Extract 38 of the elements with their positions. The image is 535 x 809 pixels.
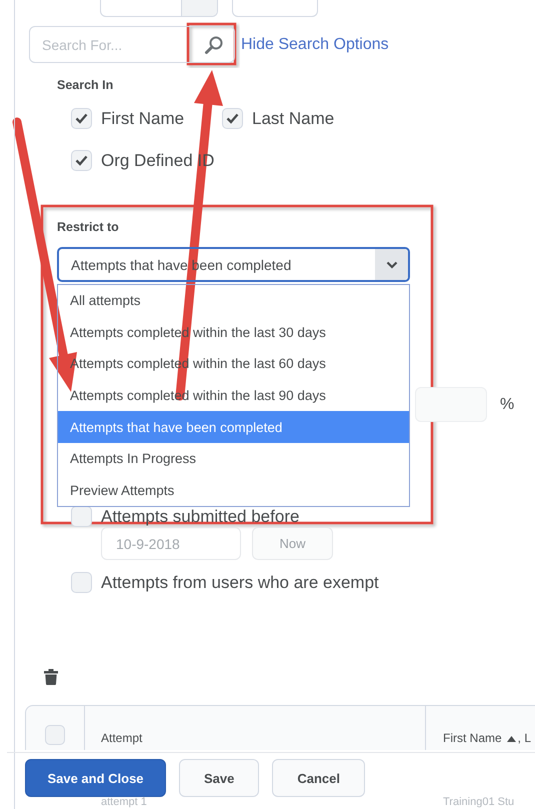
input-field[interactable] bbox=[232, 0, 318, 17]
dropdown-option[interactable]: Preview Attempts bbox=[58, 474, 409, 506]
check-icon bbox=[75, 155, 88, 166]
section-label: Restrict to bbox=[57, 220, 120, 234]
action-button[interactable]: Save bbox=[179, 759, 260, 797]
chevron-down-icon bbox=[386, 260, 398, 268]
sort-up-icon[interactable] bbox=[506, 736, 516, 742]
dropdown-option[interactable]: Attempts In Progress bbox=[58, 442, 409, 475]
search-icon bbox=[204, 34, 224, 54]
percent-field[interactable] bbox=[415, 387, 487, 422]
checkbox[interactable] bbox=[71, 108, 92, 129]
table-cell: attempt 1 bbox=[101, 796, 147, 808]
unit-label: % bbox=[500, 396, 514, 414]
check-icon bbox=[226, 113, 239, 124]
search-field[interactable]: Search For... bbox=[29, 26, 235, 63]
highlight-frame bbox=[186, 22, 236, 66]
column-header[interactable]: , L bbox=[518, 731, 532, 745]
checkbox[interactable] bbox=[71, 572, 92, 593]
table-cell: Training01 Stu bbox=[443, 796, 514, 808]
input-field[interactable] bbox=[100, 0, 218, 17]
column-header[interactable]: Attempt bbox=[101, 731, 142, 745]
checkbox-label: First Name bbox=[101, 108, 184, 128]
checkbox[interactable] bbox=[222, 108, 243, 129]
check-icon bbox=[75, 113, 88, 124]
save-and-close-button[interactable]: Save and Close bbox=[25, 759, 166, 797]
search-input[interactable]: Search For... bbox=[42, 36, 182, 52]
checkbox-label: Last Name bbox=[252, 108, 334, 128]
hide-search-options-link[interactable]: Hide Search Options bbox=[241, 36, 389, 54]
checkbox-label: Attempts submitted before bbox=[101, 506, 300, 526]
action-button[interactable]: Cancel bbox=[272, 759, 366, 797]
column-header[interactable]: First Name bbox=[443, 731, 502, 745]
dropdown-option[interactable]: All attempts bbox=[58, 285, 409, 317]
section-label: Search In bbox=[57, 78, 114, 92]
checkbox[interactable] bbox=[71, 150, 92, 171]
checkbox-label: Attempts from users who are exempt bbox=[101, 572, 379, 592]
trash-icon[interactable] bbox=[44, 669, 58, 685]
checkbox[interactable] bbox=[71, 506, 92, 527]
checkbox[interactable] bbox=[45, 725, 65, 745]
